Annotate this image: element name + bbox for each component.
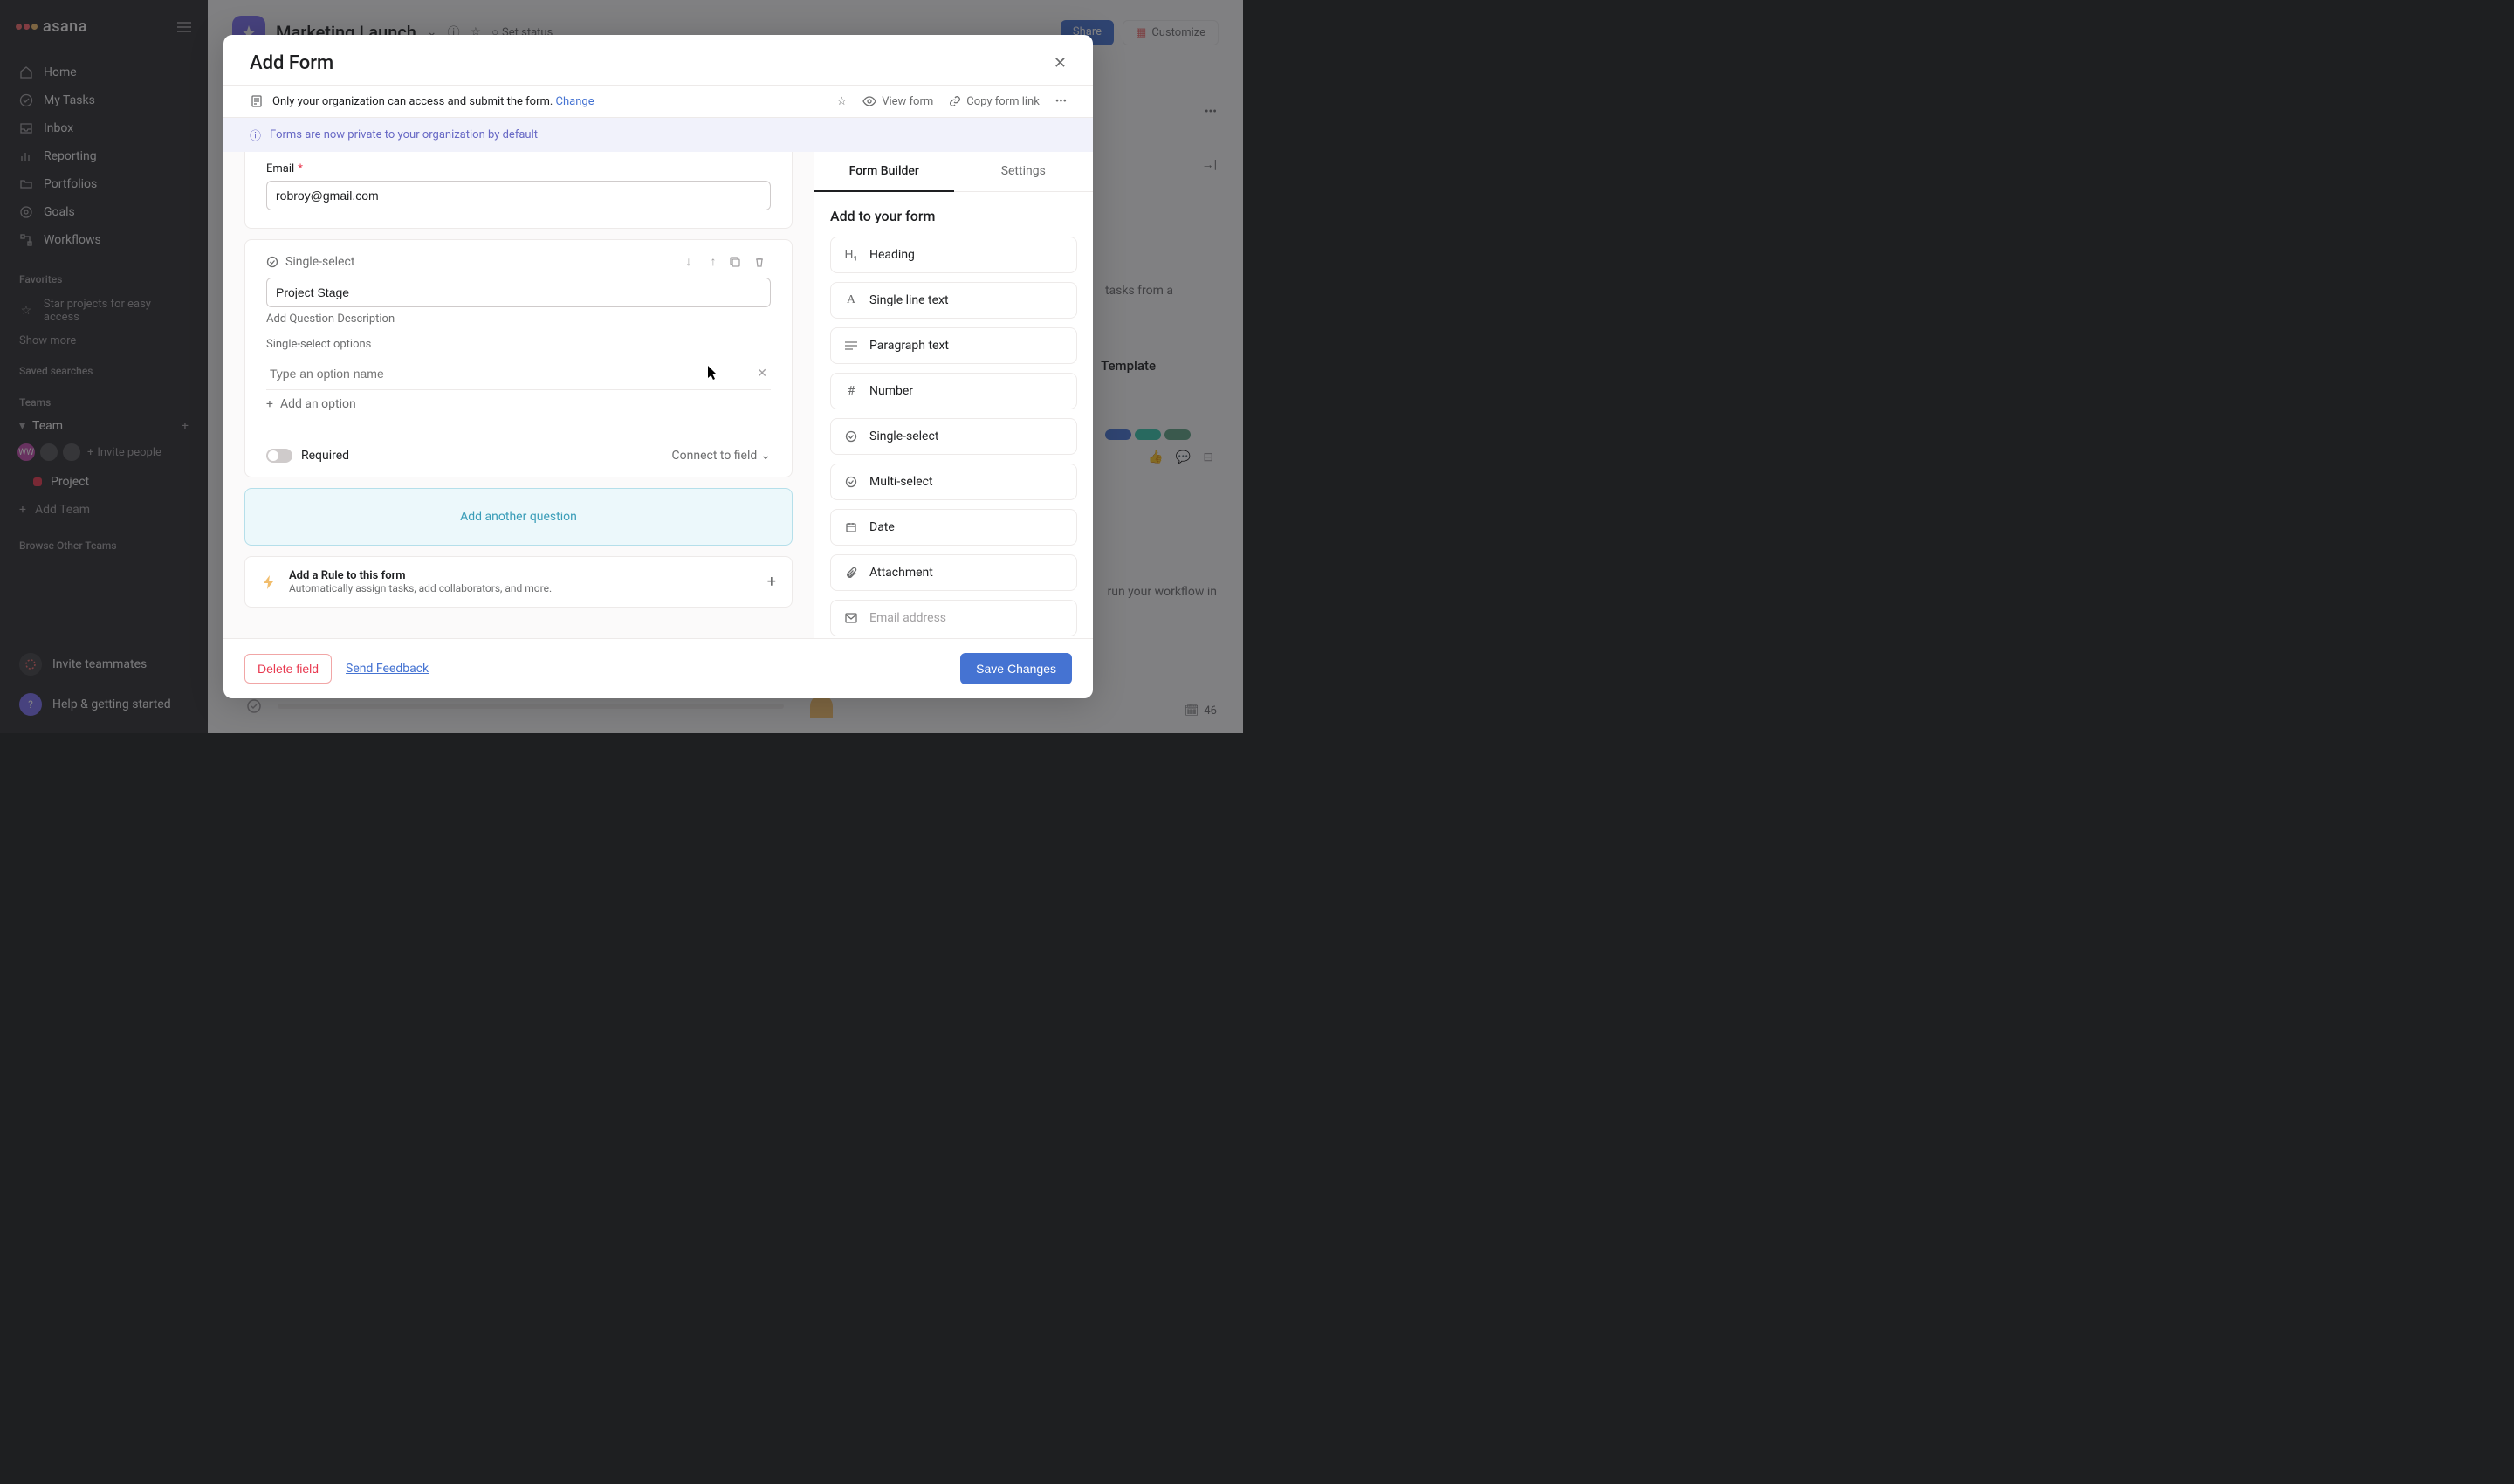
field-multi-select[interactable]: Multi-select xyxy=(830,464,1077,500)
save-changes-button[interactable]: Save Changes xyxy=(960,653,1072,684)
field-single-select[interactable]: Single-select xyxy=(830,418,1077,455)
view-form-button[interactable]: View form xyxy=(862,95,933,108)
panel-title: Add to your form xyxy=(830,208,1077,224)
right-panel: Form Builder Settings Add to your form H… xyxy=(814,152,1093,638)
delete-icon[interactable] xyxy=(753,256,771,268)
email-input[interactable] xyxy=(266,181,771,210)
info-banner: ⓘ Forms are now private to your organiza… xyxy=(223,118,1093,152)
attachment-icon xyxy=(843,567,859,579)
info-icon: ⓘ xyxy=(250,127,261,143)
calendar-icon xyxy=(843,521,859,533)
rule-card: Add a Rule to this form Automatically as… xyxy=(244,556,793,608)
duplicate-icon[interactable] xyxy=(729,256,746,268)
field-date[interactable]: Date xyxy=(830,509,1077,546)
change-link[interactable]: Change xyxy=(556,95,594,108)
move-down-icon[interactable]: ↓ xyxy=(680,254,697,269)
multi-select-icon xyxy=(843,476,859,488)
rule-subtitle: Automatically assign tasks, add collabor… xyxy=(289,582,552,594)
plus-icon: + xyxy=(266,397,273,411)
single-select-icon xyxy=(266,256,278,268)
add-another-question[interactable]: Add another question xyxy=(244,488,793,546)
question-type: Single-select xyxy=(285,255,673,269)
move-up-icon[interactable]: ↑ xyxy=(704,254,722,269)
question-title-input[interactable] xyxy=(266,278,771,307)
copy-form-link-button[interactable]: Copy form link xyxy=(949,95,1040,108)
tab-form-builder[interactable]: Form Builder xyxy=(814,152,954,192)
field-single-line[interactable]: ASingle line text xyxy=(830,282,1077,319)
form-icon xyxy=(250,94,264,108)
single-select-question-card: Single-select ↓ ↑ Add Question Descripti… xyxy=(244,239,793,477)
modal-title: Add Form xyxy=(250,52,333,74)
tab-settings[interactable]: Settings xyxy=(954,152,1094,192)
star-icon[interactable]: ☆ xyxy=(837,95,848,108)
heading-icon: H₁ xyxy=(843,248,859,262)
field-number[interactable]: #Number xyxy=(830,373,1077,409)
field-attachment[interactable]: Attachment xyxy=(830,554,1077,591)
add-form-modal: Add Form ✕ Only your organization can ac… xyxy=(223,35,1093,698)
paragraph-icon xyxy=(843,340,859,351)
cursor-icon xyxy=(707,365,719,381)
bolt-icon xyxy=(261,574,277,590)
email-label: Email* xyxy=(266,162,771,175)
access-text: Only your organization can access and su… xyxy=(272,95,828,108)
email-field-card: Email* xyxy=(244,152,793,229)
add-description-link[interactable]: Add Question Description xyxy=(266,307,771,338)
connect-to-field[interactable]: Connect to field⌄ xyxy=(672,449,771,463)
text-icon: A xyxy=(843,293,859,307)
field-paragraph[interactable]: Paragraph text xyxy=(830,327,1077,364)
option-input[interactable] xyxy=(266,363,746,384)
rule-title: Add a Rule to this form xyxy=(289,569,552,582)
chevron-down-icon: ⌄ xyxy=(760,449,771,463)
more-icon[interactable]: ••• xyxy=(1055,95,1067,108)
delete-field-button[interactable]: Delete field xyxy=(244,654,332,684)
field-email: Email address xyxy=(830,600,1077,636)
options-label: Single-select options xyxy=(266,338,771,351)
field-heading[interactable]: H₁Heading xyxy=(830,237,1077,273)
mail-icon xyxy=(843,613,859,623)
add-rule-button[interactable]: + xyxy=(767,573,776,591)
add-option-button[interactable]: + Add an option xyxy=(266,390,771,418)
number-icon: # xyxy=(843,384,859,398)
required-toggle[interactable]: Required xyxy=(266,449,349,463)
toggle-icon xyxy=(266,449,292,463)
single-select-icon xyxy=(843,430,859,443)
option-row: ✕ xyxy=(266,358,771,390)
form-canvas: Email* Single-select ↓ ↑ Add Question De… xyxy=(223,152,814,638)
remove-option-icon[interactable]: ✕ xyxy=(753,363,771,384)
close-icon[interactable]: ✕ xyxy=(1054,54,1067,72)
send-feedback-link[interactable]: Send Feedback xyxy=(346,662,429,676)
